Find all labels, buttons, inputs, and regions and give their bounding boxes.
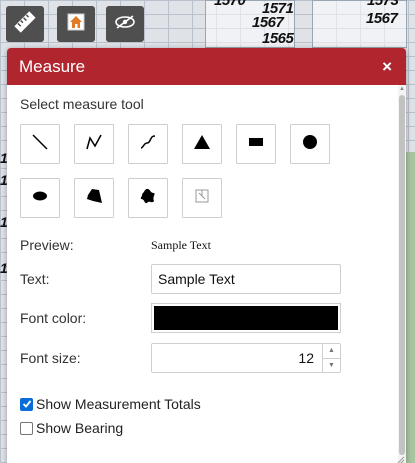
preview-row: Preview: Sample Text [20,237,350,253]
resize-grip-icon[interactable] [395,452,405,463]
home-button[interactable] [57,6,95,42]
triangle-icon [192,132,212,157]
freehand-line-icon [138,132,158,157]
text-row: Text: [20,264,350,294]
show-bearing-checkbox[interactable] [20,421,33,435]
measure-ruler-button[interactable] [6,6,44,42]
eye-slash-icon [113,12,137,37]
lot-number: 1567 [252,14,284,31]
ellipse-icon [30,186,50,211]
show-totals-label[interactable]: Show Measurement Totals [36,396,201,412]
text-icon [194,188,210,209]
triangle-tool[interactable] [182,124,222,164]
freehand-polygon-tool[interactable] [128,178,168,218]
freehand-line-tool[interactable] [128,124,168,164]
rectangle-icon [246,132,266,157]
lot-number: 1567 [366,10,398,27]
scroll-thumb[interactable] [399,95,405,455]
ellipse-tool[interactable] [20,178,60,218]
text-tool[interactable] [182,178,222,218]
lot-number: 1565 [262,30,294,47]
tool-grid [20,124,340,222]
show-bearing-label[interactable]: Show Bearing [36,420,123,436]
increment-button[interactable]: ▲ [323,344,340,359]
show-totals-checkbox[interactable] [20,397,33,411]
font-size-row: Font size: 12 ▲ ▼ [20,343,350,373]
lot-number: 1573 [367,0,399,9]
polygon-icon [84,186,104,211]
polyline-tool[interactable] [74,124,114,164]
font-size-value[interactable]: 12 [152,344,322,372]
polyline-icon [84,132,104,157]
scroll-up-arrow[interactable]: ▲ [398,85,406,93]
font-color-label: Font color: [20,310,87,326]
preview-label: Preview: [20,237,74,253]
decrement-button[interactable]: ▼ [323,359,340,373]
lot-number: 1570 [214,0,246,9]
text-label: Text: [20,271,50,287]
line-icon [30,132,50,157]
font-color-fill [154,306,338,330]
polygon-tool[interactable] [74,178,114,218]
preview-text: Sample Text [151,237,211,252]
font-color-picker[interactable] [151,303,341,333]
select-tool-label: Select measure tool [20,96,144,112]
rectangle-tool[interactable] [236,124,276,164]
check-icon [22,400,31,408]
home-icon [65,11,87,38]
spinner: ▲ ▼ [322,344,340,372]
hide-layer-button[interactable] [106,6,144,42]
font-color-row: Font color: [20,303,350,333]
circle-icon [300,132,320,157]
font-size-label: Font size: [20,350,81,366]
show-totals-row[interactable]: Show Measurement Totals [20,396,201,412]
line-tool[interactable] [20,124,60,164]
panel-scrollbar[interactable]: ▲ [398,85,406,463]
font-size-stepper[interactable]: 12 ▲ ▼ [151,343,341,373]
text-input[interactable] [151,264,341,294]
ruler-icon [13,10,37,39]
panel-header: Measure × [7,48,406,85]
panel-body: Select measure tool [7,85,406,222]
circle-tool[interactable] [290,124,330,164]
panel-title: Measure [19,56,86,76]
close-button[interactable]: × [382,58,392,75]
measure-panel: Measure × Select measure tool Preview: S… [7,48,406,463]
freehand-polygon-icon [138,186,158,211]
show-bearing-row[interactable]: Show Bearing [20,420,123,436]
